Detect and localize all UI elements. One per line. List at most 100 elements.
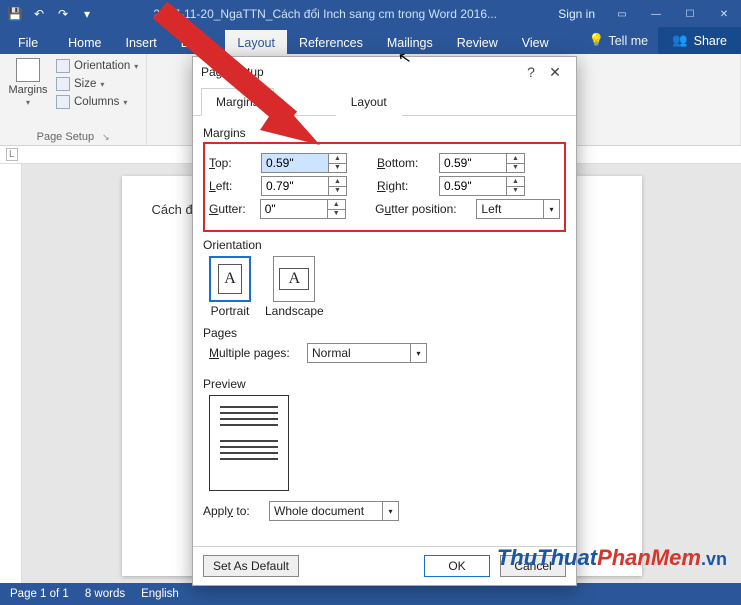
chevron-down-icon: ▾ xyxy=(26,98,30,107)
spin-up-icon[interactable]: ▲ xyxy=(507,177,524,187)
sign-in-link[interactable]: Sign in xyxy=(548,7,605,21)
spin-up-icon[interactable]: ▲ xyxy=(329,177,346,187)
tab-home[interactable]: Home xyxy=(56,30,113,54)
margin-bottom-input[interactable] xyxy=(440,154,506,172)
chevron-down-icon[interactable]: ▾ xyxy=(543,200,559,218)
columns-icon xyxy=(56,95,70,109)
margin-left-spinner[interactable]: ▲▼ xyxy=(261,176,347,196)
margin-top-label: Top: xyxy=(209,156,255,170)
gutter-spinner[interactable]: ▲▼ xyxy=(260,199,346,219)
preview-thumbnail xyxy=(209,395,289,491)
vertical-ruler[interactable] xyxy=(0,164,22,583)
section-margins-label: Margins xyxy=(203,126,566,140)
spin-up-icon[interactable]: ▲ xyxy=(328,200,345,210)
orientation-label: Orientation xyxy=(74,60,130,72)
margin-left-input[interactable] xyxy=(262,177,328,195)
chevron-down-icon[interactable]: ▾ xyxy=(382,502,398,520)
margin-right-spinner[interactable]: ▲▼ xyxy=(439,176,525,196)
status-bar: Page 1 of 1 8 words English xyxy=(0,583,741,605)
multiple-pages-combo[interactable]: Normal ▾ xyxy=(307,343,427,363)
share-icon: 👥 xyxy=(672,33,688,48)
margins-label: Margins xyxy=(8,84,47,96)
portrait-icon: A xyxy=(218,264,242,294)
gutter-position-combo[interactable]: Left ▾ xyxy=(476,199,560,219)
close-icon[interactable]: ✕ xyxy=(707,0,741,28)
spin-down-icon[interactable]: ▼ xyxy=(328,210,345,219)
tab-insert[interactable]: Insert xyxy=(114,30,169,54)
margin-left-label: Left: xyxy=(209,179,255,193)
watermark-part-a: ThuThuat xyxy=(497,545,597,570)
lightbulb-icon: 💡 xyxy=(589,33,605,48)
status-page[interactable]: Page 1 of 1 xyxy=(10,588,69,600)
spin-up-icon[interactable]: ▲ xyxy=(329,154,346,164)
ok-button[interactable]: OK xyxy=(424,555,490,577)
minimize-icon[interactable]: — xyxy=(639,0,673,28)
orientation-button[interactable]: Orientation ▾ xyxy=(54,58,140,74)
spin-down-icon[interactable]: ▼ xyxy=(329,187,346,196)
columns-button[interactable]: Columns ▾ xyxy=(54,94,140,110)
tab-references[interactable]: References xyxy=(287,30,375,54)
tab-review[interactable]: Review xyxy=(445,30,510,54)
set-as-default-button[interactable]: Set As Default xyxy=(203,555,299,577)
qat-customize-icon[interactable]: ▾ xyxy=(78,5,96,23)
size-label: Size xyxy=(74,78,96,90)
chevron-down-icon: ▾ xyxy=(100,80,104,89)
watermark-part-b: PhanMem xyxy=(597,545,701,570)
maximize-icon[interactable]: ☐ xyxy=(673,0,707,28)
dialog-body: Margins Top: ▲▼ Bottom: ▲▼ Left: xyxy=(193,116,576,546)
spin-down-icon[interactable]: ▼ xyxy=(507,164,524,173)
ribbon-group-page-setup: Margins ▾ Orientation ▾ Size ▾ Columns ▾ Pa… xyxy=(0,54,147,145)
document-title: 2017-11-20_NgaTTN_Cách đổi Inch sang cm … xyxy=(102,7,548,21)
tell-me[interactable]: 💡Tell me xyxy=(579,27,658,54)
apply-to-value: Whole document xyxy=(270,504,382,518)
page-setup-dialog: Page Setup ? ✕ Margins Paper Layout Marg… xyxy=(192,56,577,586)
gutter-input[interactable] xyxy=(261,200,327,218)
chevron-down-icon: ▾ xyxy=(123,98,127,107)
share-label: Share xyxy=(694,34,727,48)
orientation-portrait[interactable]: A Portrait xyxy=(209,256,251,318)
tab-file[interactable]: File xyxy=(0,30,56,54)
share-button[interactable]: 👥 Share xyxy=(658,27,741,54)
redo-icon[interactable]: ↷ xyxy=(54,5,72,23)
undo-icon[interactable]: ↶ xyxy=(30,5,48,23)
status-words[interactable]: 8 words xyxy=(85,588,125,600)
chevron-down-icon: ▾ xyxy=(134,62,138,71)
multiple-pages-value: Normal xyxy=(308,346,410,360)
spin-down-icon[interactable]: ▼ xyxy=(329,164,346,173)
orientation-landscape[interactable]: A Landscape xyxy=(265,256,324,318)
dialog-close-icon[interactable]: ✕ xyxy=(542,64,568,81)
gutter-label: Gutter: xyxy=(209,202,254,216)
margin-bottom-spinner[interactable]: ▲▼ xyxy=(439,153,525,173)
dialog-tab-layout[interactable]: Layout xyxy=(336,88,402,116)
chevron-down-icon[interactable]: ▾ xyxy=(410,344,426,362)
ribbon-options-icon[interactable]: ▭ xyxy=(605,0,639,28)
status-language[interactable]: English xyxy=(141,588,179,600)
dialog-launcher-icon[interactable]: ↘ xyxy=(102,132,110,143)
columns-label: Columns xyxy=(74,96,119,108)
multiple-pages-label: Multiple pages: xyxy=(209,346,301,360)
orientation-icon xyxy=(56,59,70,73)
apply-to-combo[interactable]: Whole document ▾ xyxy=(269,501,399,521)
gutter-position-label: Gutter position: xyxy=(375,202,470,216)
watermark: ThuThuatPhanMem.vn xyxy=(497,545,727,571)
dialog-tab-margins[interactable]: Margins xyxy=(201,88,274,116)
margins-button[interactable]: Margins ▾ xyxy=(6,58,50,107)
help-icon[interactable]: ? xyxy=(520,64,542,80)
margin-top-spinner[interactable]: ▲▼ xyxy=(261,153,347,173)
landscape-icon: A xyxy=(279,268,309,290)
margin-top-input[interactable] xyxy=(262,154,328,172)
group-label-page-setup: Page Setup xyxy=(37,131,95,143)
margin-right-input[interactable] xyxy=(440,177,506,195)
ribbon-tabs: File Home Insert Des... Layout Reference… xyxy=(0,28,741,54)
size-icon xyxy=(56,77,70,91)
margins-highlight-box: Top: ▲▼ Bottom: ▲▼ Left: ▲▼ xyxy=(203,142,566,232)
dialog-tabs: Margins Paper Layout xyxy=(193,87,576,116)
spin-down-icon[interactable]: ▼ xyxy=(507,187,524,196)
tab-view[interactable]: View xyxy=(510,30,561,54)
size-button[interactable]: Size ▾ xyxy=(54,76,140,92)
tab-design[interactable]: Des... xyxy=(169,30,226,54)
tab-layout[interactable]: Layout xyxy=(225,30,287,54)
save-icon[interactable]: 💾 xyxy=(6,5,24,23)
quick-access-toolbar: 💾 ↶ ↷ ▾ xyxy=(0,5,102,23)
spin-up-icon[interactable]: ▲ xyxy=(507,154,524,164)
